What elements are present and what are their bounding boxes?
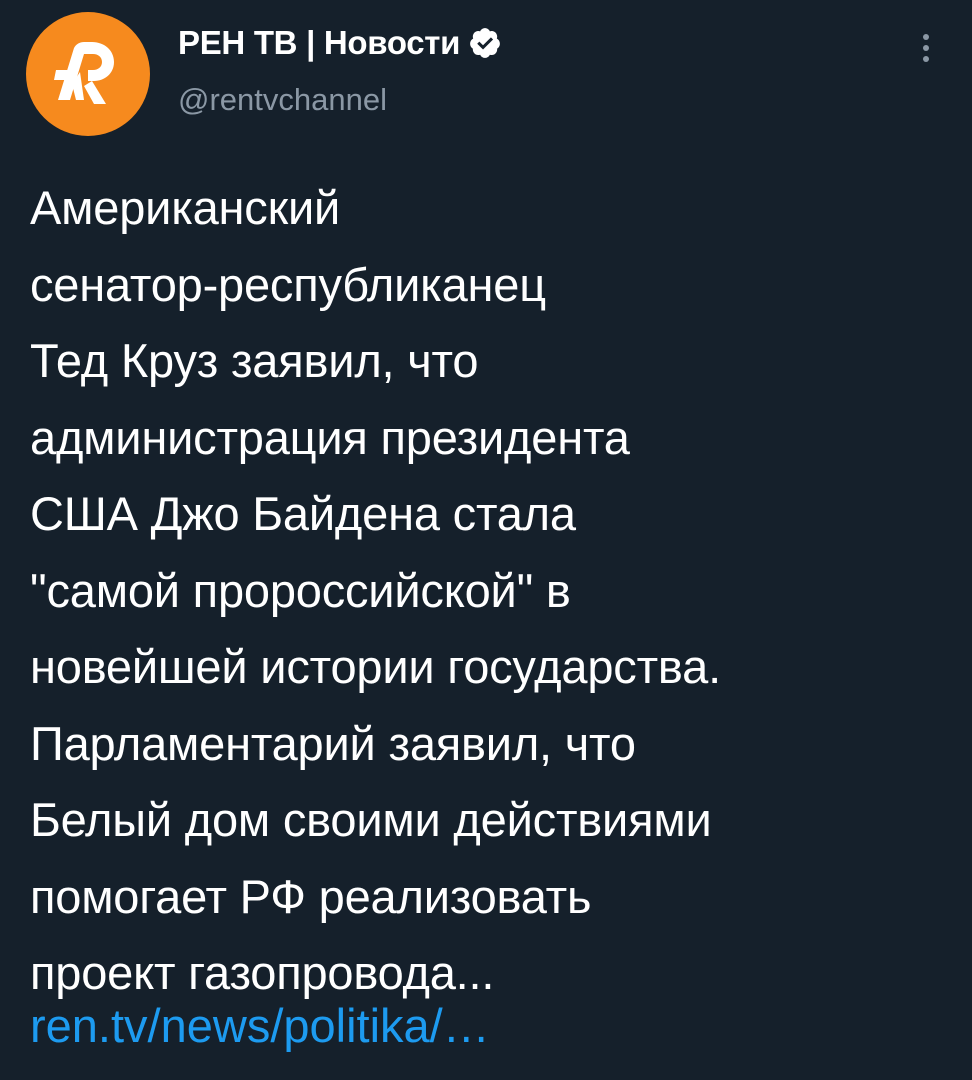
- tweet-card: РЕН ТВ | Новости @rentvchannel Американс…: [0, 0, 972, 1080]
- tweet-text: Американский сенатор-республиканец Тед К…: [30, 181, 721, 999]
- tweet-link[interactable]: ren.tv/news/politika/…: [30, 988, 490, 1065]
- verified-badge-icon: [470, 28, 501, 58]
- author-name-row[interactable]: РЕН ТВ | Новости: [178, 24, 502, 62]
- more-options-icon[interactable]: [920, 34, 932, 66]
- author-name[interactable]: РЕН ТВ | Новости: [178, 24, 460, 62]
- author-handle[interactable]: @rentvchannel: [178, 82, 387, 118]
- avatar[interactable]: [26, 12, 150, 136]
- ren-tv-logo-icon: [54, 42, 114, 104]
